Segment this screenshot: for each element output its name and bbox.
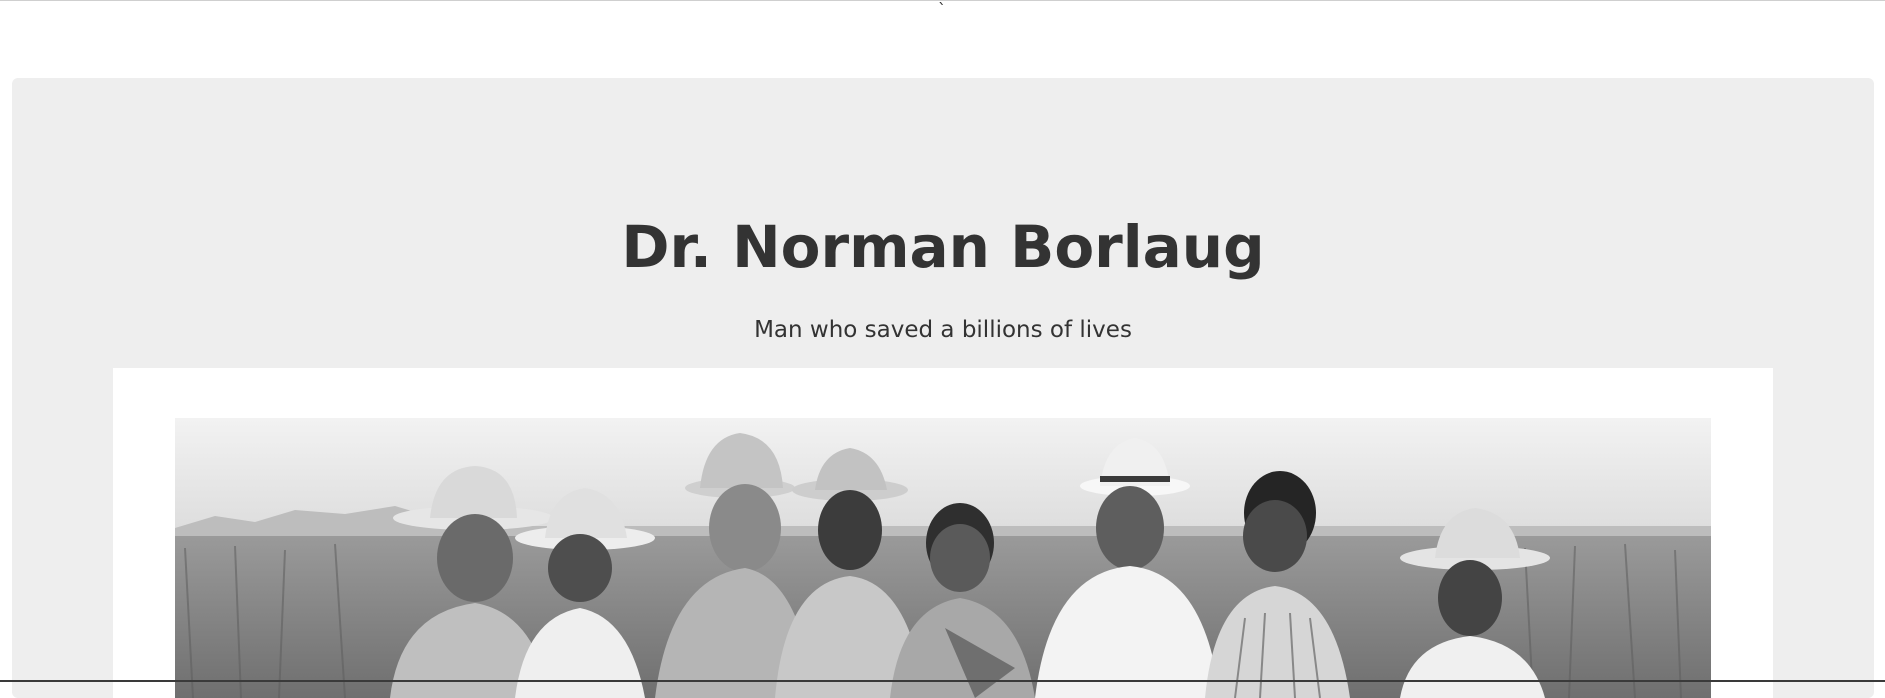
page-subtitle: Man who saved a billions of lives [754,317,1132,343]
stray-backtick: ` [938,0,946,19]
borlaug-photo [175,418,1711,698]
image-frame [113,368,1773,698]
jumbotron: Dr. Norman Borlaug Man who saved a billi… [12,78,1874,698]
page-title: Dr. Norman Borlaug [621,213,1265,281]
